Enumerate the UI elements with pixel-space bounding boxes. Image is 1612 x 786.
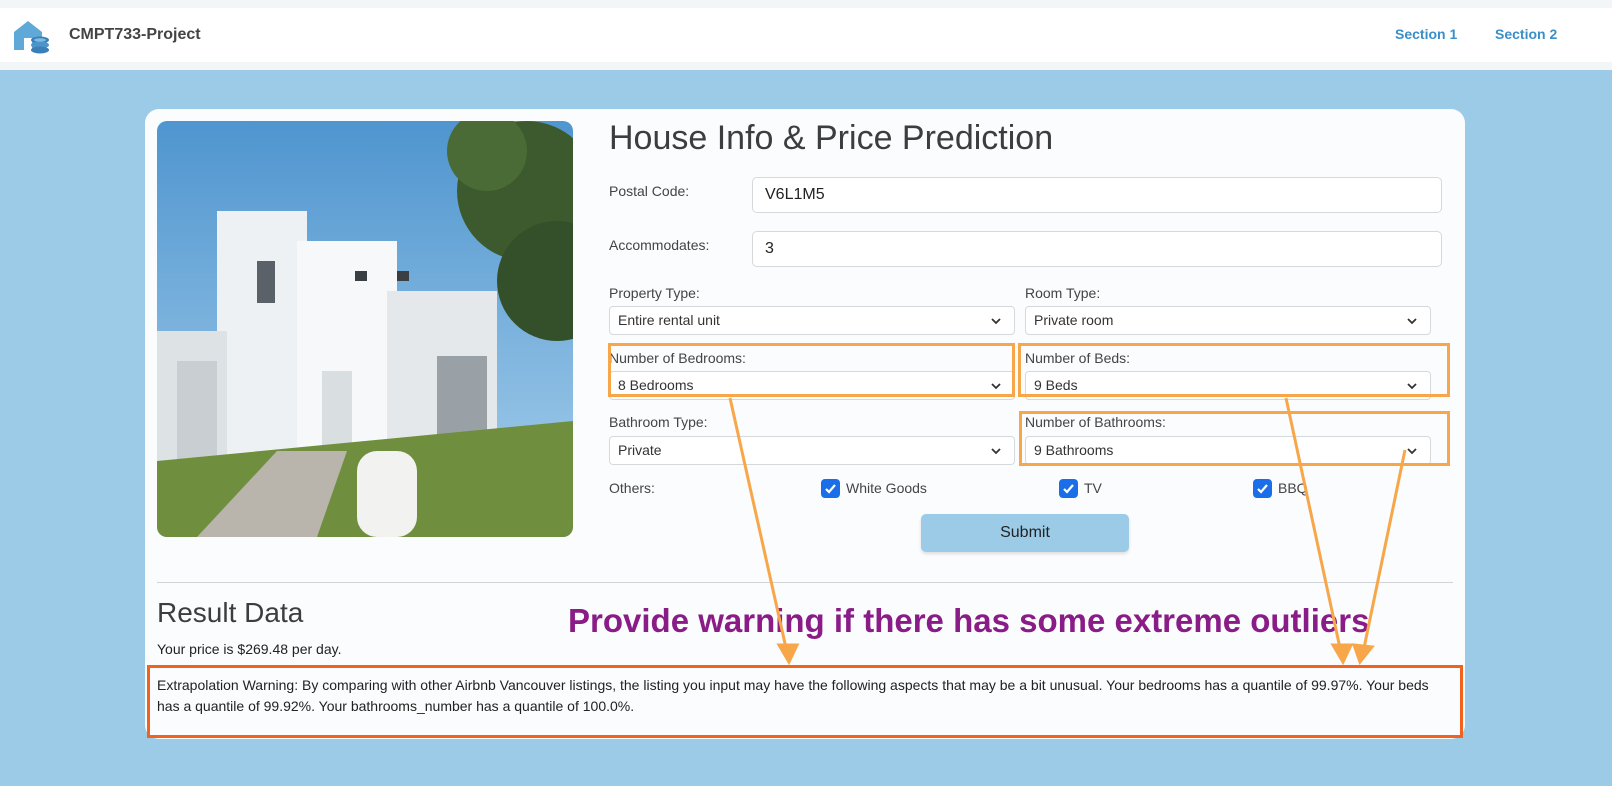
- bedrooms-highlight-box: [608, 343, 1015, 397]
- chevron-down-icon: [991, 448, 1001, 455]
- price-text: Your price is $269.48 per day.: [157, 641, 342, 657]
- form-title: House Info & Price Prediction: [609, 119, 1054, 157]
- bathroom-type-select[interactable]: Private: [609, 436, 1015, 465]
- postal-code-input[interactable]: V6L1M5: [752, 177, 1442, 213]
- property-type-label: Property Type:: [609, 285, 700, 301]
- others-label: Others:: [609, 480, 655, 496]
- accommodates-input[interactable]: 3: [752, 231, 1442, 267]
- chevron-down-icon: [1407, 318, 1417, 325]
- bathroom-type-label: Bathroom Type:: [609, 414, 708, 430]
- brand-title[interactable]: CMPT733-Project: [69, 26, 201, 44]
- checkmark-icon: [825, 484, 836, 494]
- chevron-down-icon: [991, 318, 1001, 325]
- nav-link-section-1[interactable]: Section 1: [1395, 26, 1457, 42]
- result-title: Result Data: [157, 597, 304, 628]
- bathrooms-highlight-box: [1019, 411, 1450, 466]
- bbq-label[interactable]: BBQ: [1278, 480, 1308, 496]
- tv-checkbox[interactable]: [1059, 479, 1078, 498]
- checkmark-icon: [1257, 484, 1268, 494]
- white-goods-label[interactable]: White Goods: [846, 480, 927, 496]
- house-coins-logo-icon[interactable]: [12, 18, 50, 56]
- room-type-select[interactable]: Private room: [1025, 306, 1431, 335]
- white-goods-checkbox[interactable]: [821, 479, 840, 498]
- navbar: CMPT733-Project Section 1 Section 2: [0, 8, 1612, 70]
- accommodates-label: Accommodates:: [609, 237, 710, 253]
- warning-highlight-box: [147, 665, 1463, 738]
- postal-code-label: Postal Code:: [609, 183, 690, 199]
- annotation-text: Provide warning if there has some extrem…: [568, 602, 1370, 639]
- nav-link-section-2[interactable]: Section 2: [1495, 26, 1557, 42]
- house-photo: [157, 121, 573, 537]
- property-type-value: Entire rental unit: [618, 312, 720, 328]
- bathroom-type-value: Private: [618, 442, 662, 458]
- top-strip: [0, 0, 1612, 8]
- bbq-checkbox[interactable]: [1253, 479, 1272, 498]
- property-type-select[interactable]: Entire rental unit: [609, 306, 1015, 335]
- tv-label[interactable]: TV: [1084, 480, 1102, 496]
- beds-highlight-box: [1018, 343, 1450, 397]
- room-type-label: Room Type:: [1025, 285, 1101, 301]
- room-type-value: Private room: [1034, 312, 1114, 328]
- submit-button[interactable]: Submit: [921, 514, 1129, 552]
- divider: [157, 582, 1453, 583]
- checkmark-icon: [1063, 484, 1074, 494]
